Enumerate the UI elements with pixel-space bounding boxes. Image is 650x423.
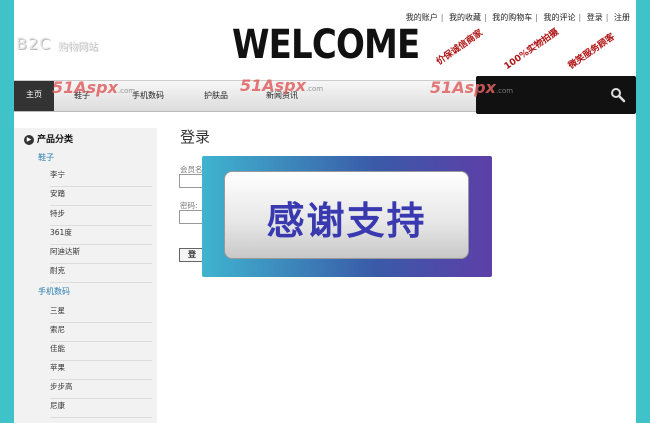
thanks-modal-panel: 感谢支持 bbox=[224, 171, 469, 259]
site-logo[interactable]: B2C bbox=[16, 34, 51, 53]
watermark: 51Aspx.com bbox=[52, 78, 136, 97]
thanks-message: 感谢支持 bbox=[266, 199, 427, 243]
subcategory-item[interactable]: 李宁 bbox=[50, 169, 152, 187]
my-cart-link[interactable]: 我的购物车 bbox=[492, 13, 532, 22]
category-sidebar: ▶ 产品分类 鞋子 李宁 安踏 特步 361度 阿迪达斯 耐克 手机数码 三星 索… bbox=[14, 128, 157, 423]
thanks-modal: 感谢支持 bbox=[202, 156, 492, 277]
my-account-link[interactable]: 我的账户 bbox=[406, 13, 438, 22]
subcategory-item[interactable]: 三星 bbox=[50, 305, 152, 323]
subcategory-item[interactable]: 特步 bbox=[50, 208, 152, 226]
page: B2C 购物网站 WELCOME 我的账户 | 我的收藏 | 我的购物车 | 我的评论… bbox=[14, 0, 636, 423]
subcategory-item[interactable]: 361度 bbox=[50, 227, 152, 245]
search-icon[interactable] bbox=[610, 87, 626, 103]
header: B2C 购物网站 WELCOME 我的账户 | 我的收藏 | 我的购物车 | 我的评论… bbox=[14, 0, 636, 80]
login-button[interactable]: 登 bbox=[179, 248, 203, 262]
register-link[interactable]: 注册 bbox=[614, 13, 630, 22]
subcategory-item[interactable]: 安踏 bbox=[50, 188, 152, 206]
welcome-banner: WELCOME bbox=[232, 22, 420, 68]
site-logo-subtitle: 购物网站 bbox=[58, 42, 98, 53]
nav-item-home[interactable]: 主页 bbox=[14, 81, 54, 111]
my-reviews-link[interactable]: 我的评论 bbox=[544, 13, 576, 22]
sidebar-title: ▶ 产品分类 bbox=[24, 132, 73, 145]
nav-item-skincare[interactable]: 护肤品 bbox=[204, 90, 228, 101]
subcategory-item[interactable]: 耐克 bbox=[50, 265, 152, 283]
watermark: 51Aspx.com bbox=[240, 76, 324, 95]
subcategory-item[interactable]: 阿迪达斯 bbox=[50, 246, 152, 264]
subcategory-item[interactable]: 尼康 bbox=[50, 400, 152, 418]
subcategory-item[interactable]: 索尼 bbox=[50, 324, 152, 342]
my-favorites-link[interactable]: 我的收藏 bbox=[449, 13, 481, 22]
promo-stamp: 价保诚信商家 bbox=[434, 28, 485, 68]
subcategory-item[interactable]: 步步高 bbox=[50, 381, 152, 399]
watermark: 51Aspx.com bbox=[430, 78, 514, 97]
category-shoes[interactable]: 鞋子 bbox=[38, 152, 54, 163]
top-links: 我的账户 | 我的收藏 | 我的购物车 | 我的评论 | 登录 | 注册 bbox=[405, 13, 630, 22]
promo-stamp: 100%实物拍摄 bbox=[502, 27, 561, 73]
login-link[interactable]: 登录 bbox=[587, 13, 603, 22]
subcategory-item[interactable]: 苹果 bbox=[50, 362, 152, 380]
subcategory-item[interactable]: 佳能 bbox=[50, 343, 152, 361]
nav-item-digital[interactable]: 手机数码 bbox=[132, 90, 164, 101]
arrow-right-icon: ▶ bbox=[24, 134, 34, 145]
category-digital[interactable]: 手机数码 bbox=[38, 286, 70, 297]
page-title: 登录 bbox=[180, 128, 211, 146]
promo-stamp: 微笑服务顾客 bbox=[566, 32, 617, 72]
